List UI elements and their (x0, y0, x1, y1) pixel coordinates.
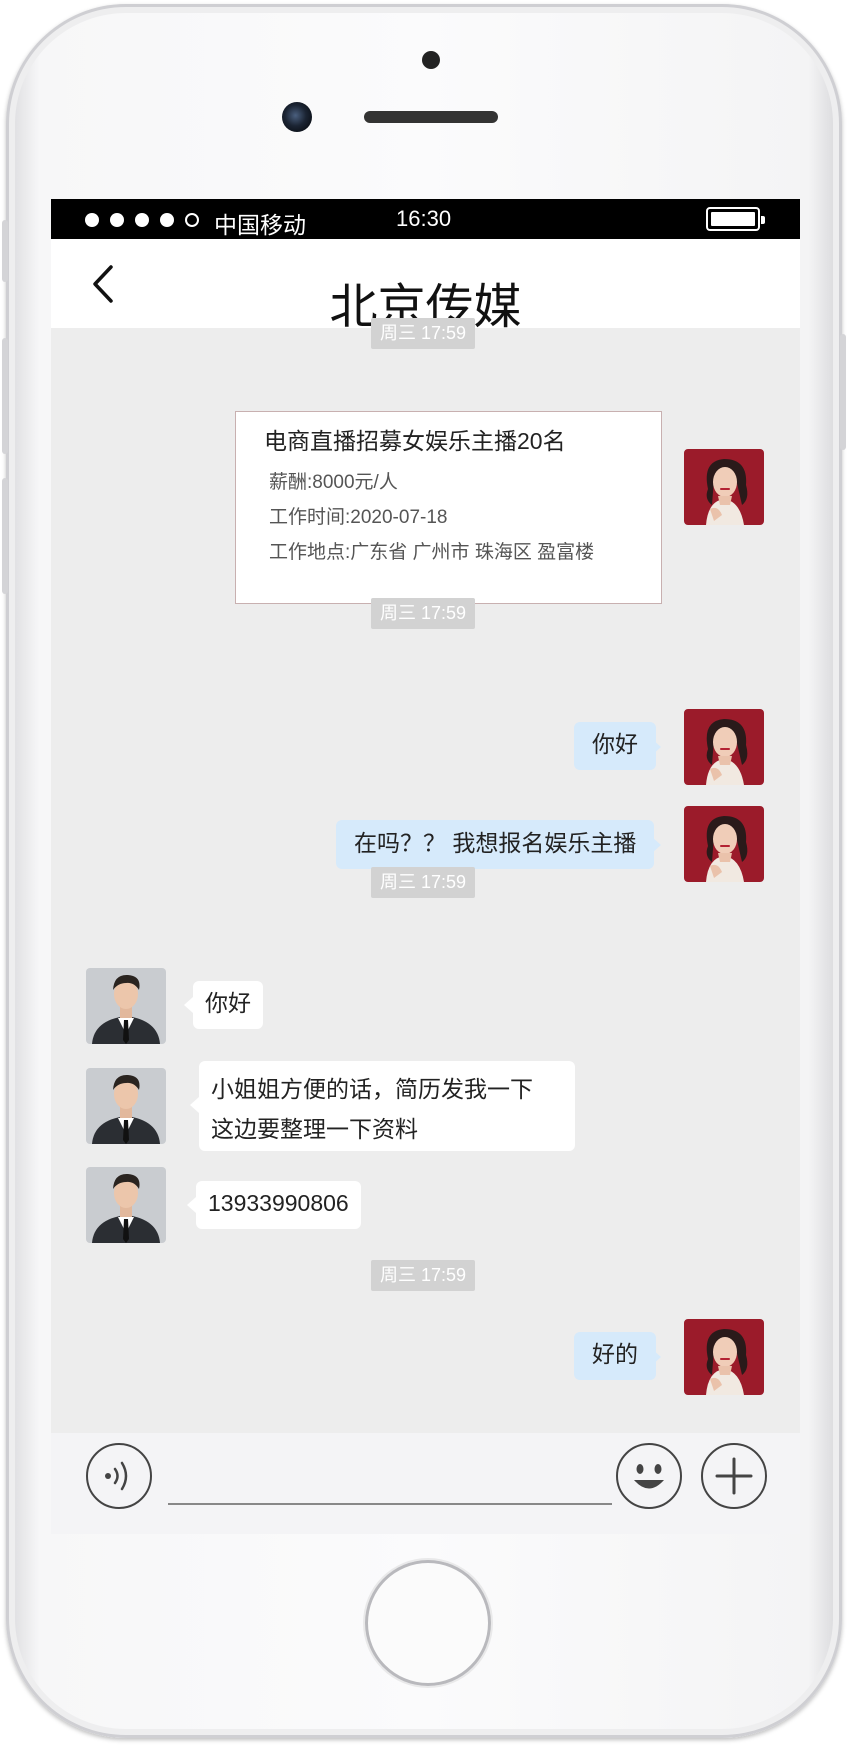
emoji-icon (634, 1464, 664, 1489)
my-avatar[interactable] (684, 806, 764, 882)
earpiece-speaker (364, 111, 498, 123)
message-bubble-mine[interactable]: 在吗？？ 我想报名娱乐主播 (336, 820, 655, 869)
battery-icon (706, 207, 765, 231)
signal-strength-icon (85, 213, 199, 227)
avatar-man-image (86, 968, 166, 1044)
message-text: 在吗？？ 我想报名娱乐主播 (354, 830, 637, 856)
message-input[interactable] (168, 1443, 612, 1505)
plus-icon (715, 1457, 753, 1495)
job-work-time: 工作时间:2020-07-18 (269, 507, 448, 528)
job-location: 工作地点:广东省 广州市 珠海区 盈富楼 (269, 542, 595, 563)
contact-avatar[interactable] (86, 1167, 166, 1243)
message-bubble-mine[interactable]: 好的 (574, 1332, 656, 1380)
more-button[interactable] (701, 1443, 767, 1509)
bubble-tail (184, 997, 193, 1013)
my-avatar[interactable] (684, 709, 764, 785)
message-text: 你好 (205, 990, 251, 1016)
bubble-tail (652, 739, 661, 755)
my-avatar[interactable] (684, 449, 764, 525)
chat-screen: 中国移动 16:30 北京传媒 周三 17:59 电商直播招募女娱乐主播20名 … (51, 199, 800, 1534)
message-bubble-other[interactable]: 你好 (193, 981, 263, 1029)
job-card[interactable]: 电商直播招募女娱乐主播20名 薪酬:8000元/人 工作时间:2020-07-1… (235, 411, 662, 604)
status-bar: 中国移动 16:30 (51, 199, 800, 239)
message-bubble-mine[interactable]: 你好 (574, 722, 656, 770)
avatar-woman-image (684, 449, 764, 525)
bubble-tail (652, 837, 661, 853)
volume-up-button (2, 338, 8, 454)
my-avatar[interactable] (684, 1319, 764, 1395)
avatar-man-image (86, 1068, 166, 1144)
message-bubble-other[interactable]: 13933990806 (196, 1181, 361, 1229)
input-bar (51, 1433, 800, 1534)
contact-avatar[interactable] (86, 1068, 166, 1144)
bubble-tail (652, 1349, 661, 1365)
bubble-tail (187, 1197, 196, 1213)
timestamp: 周三 17:59 (371, 1260, 476, 1291)
job-title: 电商直播招募女娱乐主播20名 (264, 428, 566, 454)
timestamp: 周三 17:59 (371, 598, 476, 629)
mute-switch (2, 220, 8, 282)
timestamp: 周三 17:59 (371, 867, 476, 898)
volume-down-button (2, 478, 8, 594)
voice-icon (105, 1461, 128, 1491)
emoji-button[interactable] (616, 1443, 682, 1509)
message-text-line: 这边要整理一下资料 (211, 1116, 418, 1142)
message-text: 好的 (592, 1341, 638, 1367)
home-button[interactable] (365, 1560, 491, 1686)
avatar-woman-image (684, 709, 764, 785)
power-button (840, 334, 846, 450)
nav-bar: 北京传媒 (51, 239, 800, 334)
avatar-woman-image (684, 806, 764, 882)
job-salary: 薪酬:8000元/人 (269, 472, 398, 493)
avatar-man-image (86, 1167, 166, 1243)
proximity-sensor (422, 51, 440, 69)
avatar-woman-image (684, 1319, 764, 1395)
status-time: 16:30 (396, 206, 452, 231)
message-text-line: 小姐姐方便的话，简历发我一下 (211, 1076, 533, 1102)
message-bubble-other[interactable]: 小姐姐方便的话，简历发我一下 这边要整理一下资料 (199, 1061, 575, 1151)
carrier-name: 中国移动 (214, 212, 306, 238)
message-text: 13933990806 (208, 1190, 349, 1216)
front-camera (282, 102, 312, 132)
timestamp: 周三 17:59 (371, 318, 476, 349)
voice-button[interactable] (86, 1443, 152, 1509)
bubble-tail (190, 1097, 199, 1113)
contact-avatar[interactable] (86, 968, 166, 1044)
message-text: 你好 (592, 731, 638, 757)
